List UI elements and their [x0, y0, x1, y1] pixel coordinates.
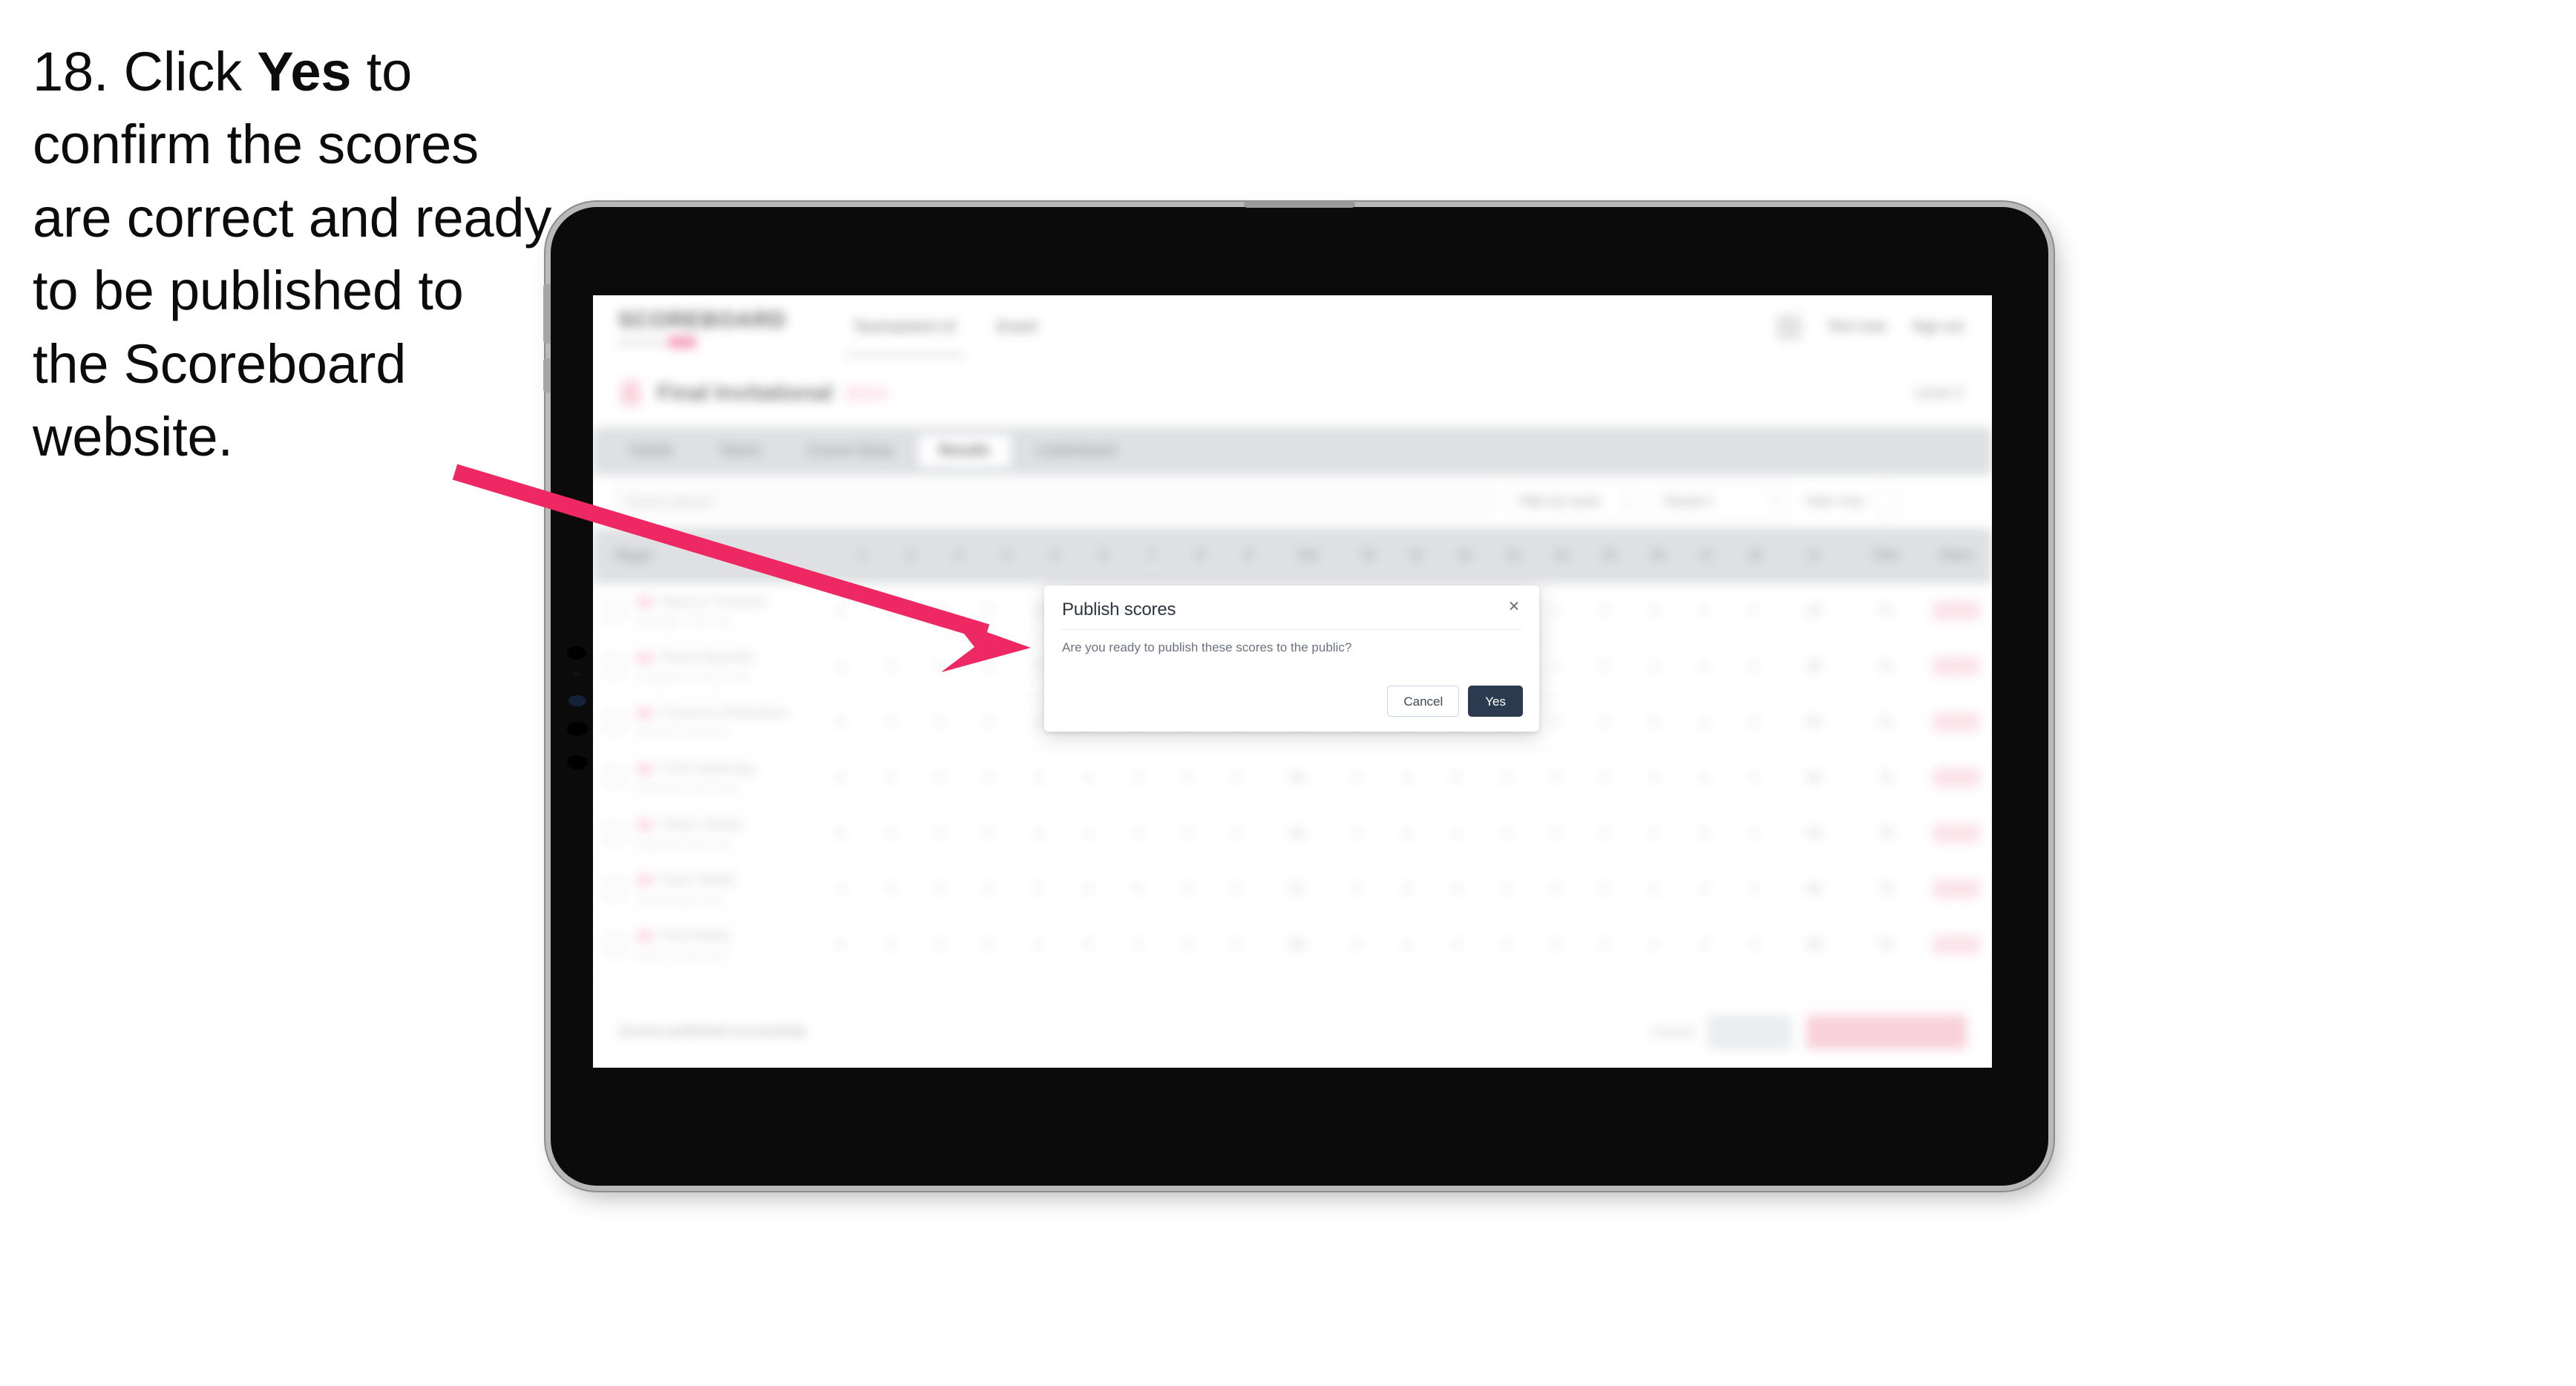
- dialog-footer: Cancel Yes: [1044, 686, 1539, 732]
- close-icon[interactable]: ×: [1504, 596, 1524, 617]
- dialog-divider: [1062, 629, 1521, 630]
- instruction-emphasis: Yes: [257, 41, 352, 102]
- sensor-dot: [573, 672, 580, 676]
- volume-down-key[interactable]: [543, 358, 551, 393]
- tablet-device: SCOREBOARD powered by LIVE Tournament UI…: [543, 201, 2048, 1186]
- instruction-text-after: to confirm the scores are correct and re…: [33, 41, 552, 468]
- sensor-dot: [567, 722, 588, 736]
- sensor-dot: [567, 646, 586, 660]
- dialog-message: Are you ready to publish these scores to…: [1062, 640, 1352, 654]
- sensor-dot: [567, 755, 588, 769]
- camera-nub: [1244, 201, 1355, 208]
- yes-button[interactable]: Yes: [1468, 686, 1523, 717]
- camera-dot: [568, 695, 586, 706]
- instruction-caption: 18. Click Yes to confirm the scores are …: [33, 36, 552, 473]
- dialog-header: Publish scores ×: [1044, 585, 1539, 630]
- cancel-button[interactable]: Cancel: [1387, 686, 1460, 717]
- dialog-title: Publish scores: [1062, 600, 1176, 620]
- instruction-text-before: Click: [123, 41, 258, 102]
- step-number: 18.: [33, 41, 109, 102]
- publish-scores-dialog: Publish scores × Are you ready to publis…: [1044, 585, 1539, 732]
- tablet-screen: SCOREBOARD powered by LIVE Tournament UI…: [593, 295, 1992, 1068]
- volume-up-key[interactable]: [543, 284, 551, 344]
